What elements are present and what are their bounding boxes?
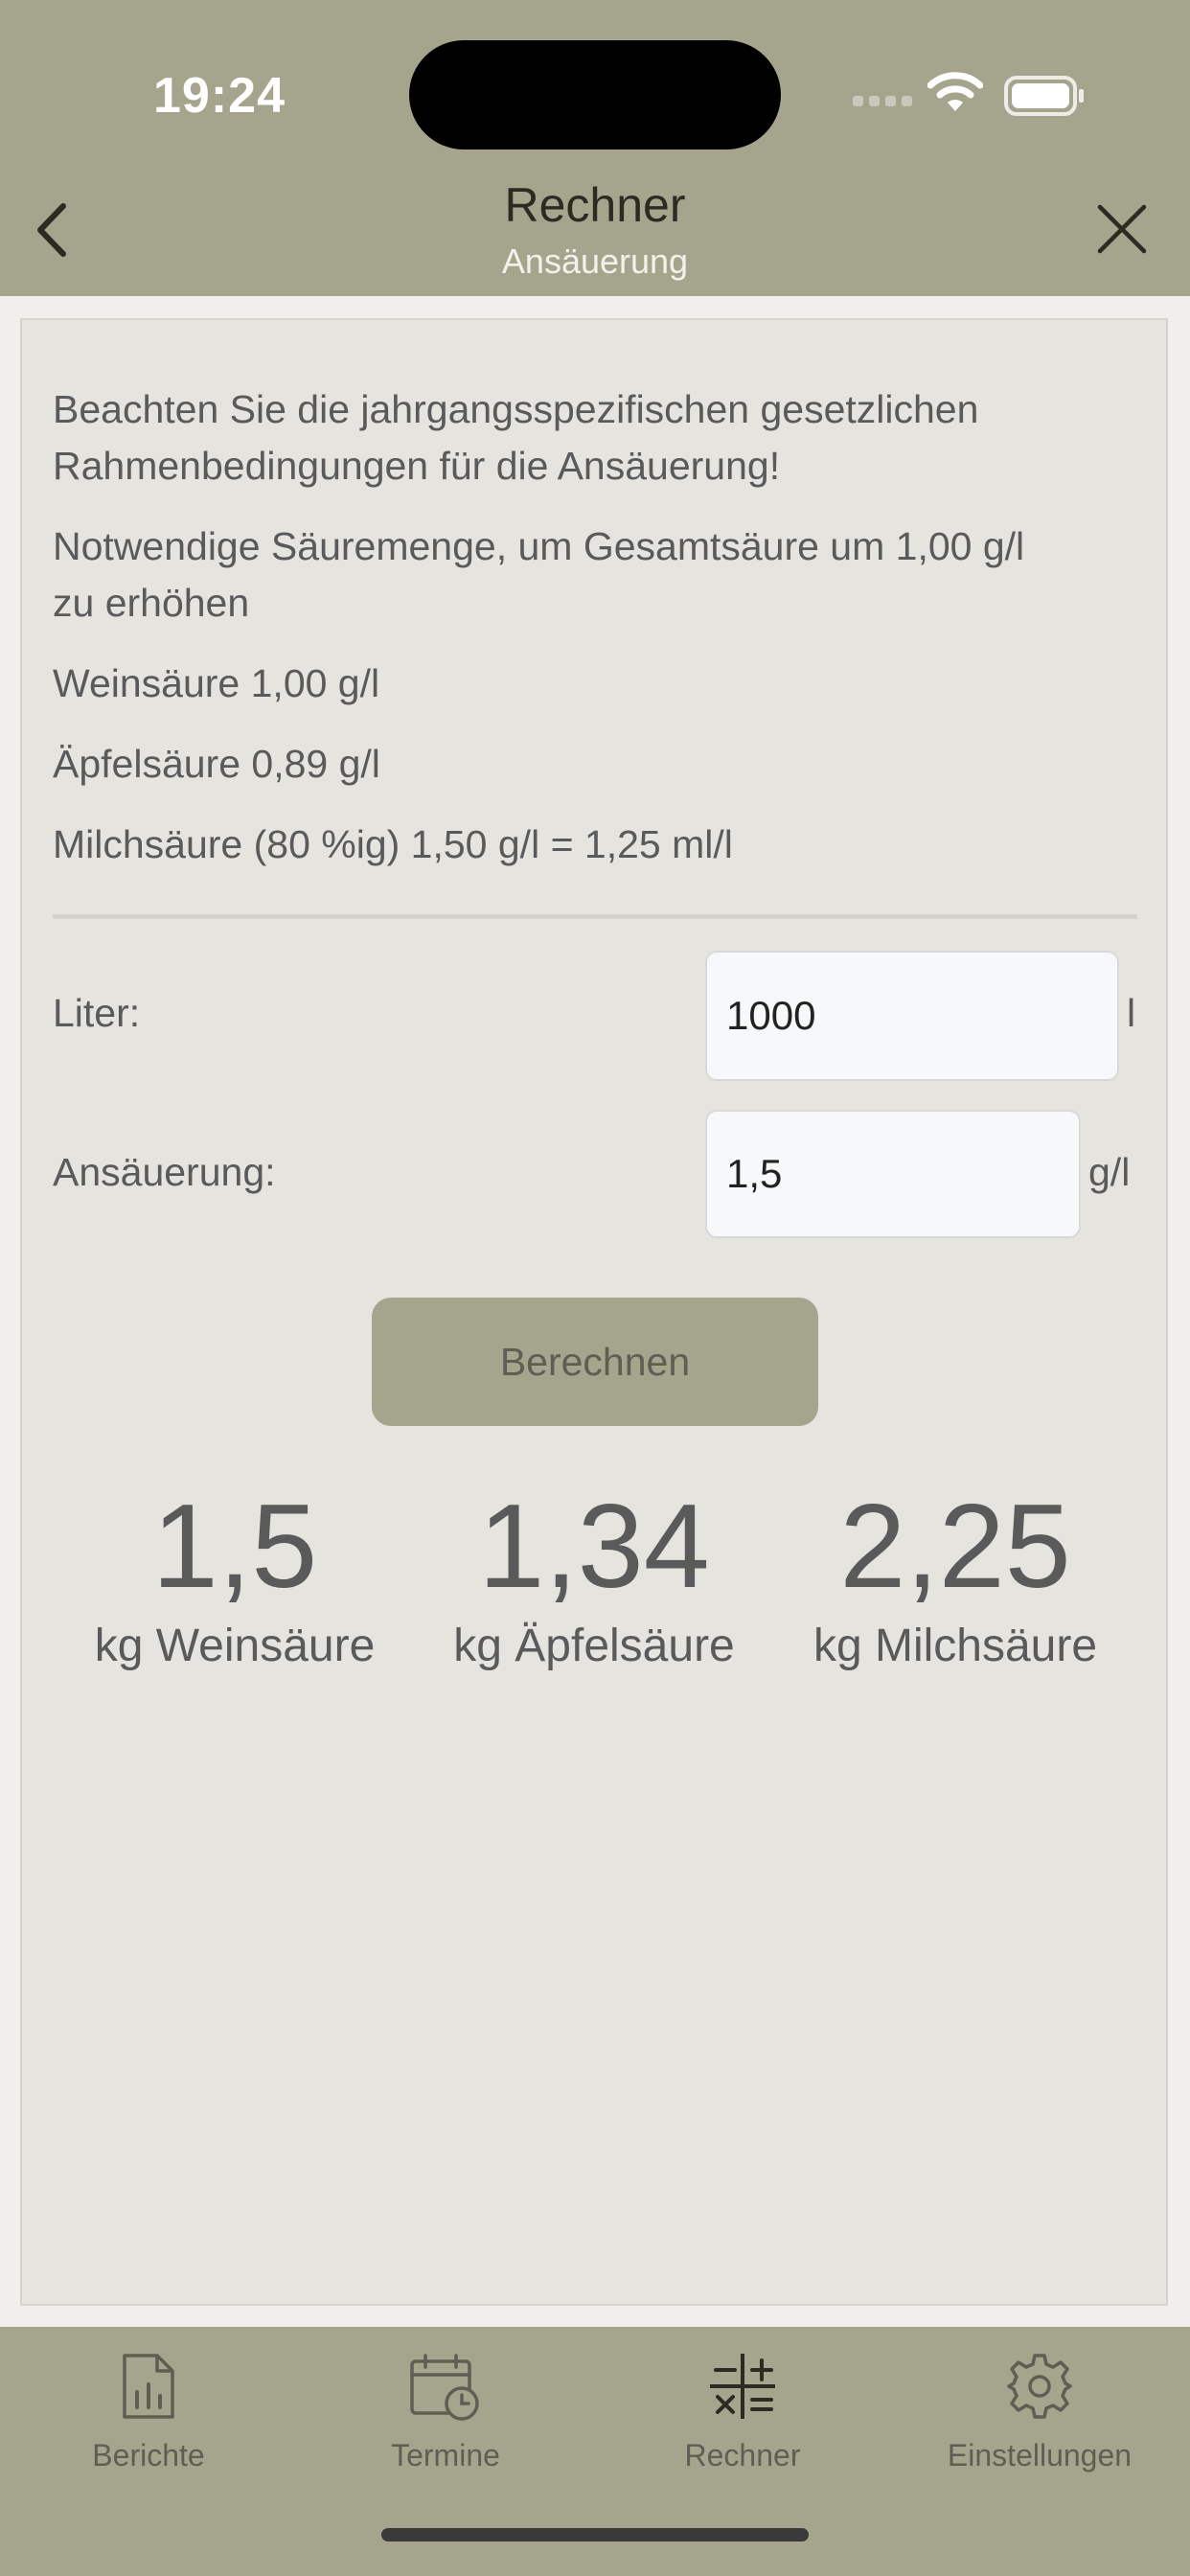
liter-input[interactable]: 1000 xyxy=(705,951,1119,1081)
status-time: 19:24 xyxy=(153,68,286,124)
aepfelsaeure-info: Äpfelsäure 0,89 g/l xyxy=(53,742,380,786)
page-title: Rechner xyxy=(504,178,686,232)
tab-label: Termine xyxy=(391,2438,500,2472)
acid-amount-note-line1: Notwendige Säuremenge, um Gesamtsäure um… xyxy=(53,524,1025,568)
dynamic-island xyxy=(409,40,781,150)
result-label: kg Milchsäure xyxy=(812,1621,1098,1671)
wifi-icon xyxy=(927,72,983,111)
tab-termine[interactable]: Termine xyxy=(297,2352,594,2473)
tab-label: Einstellungen xyxy=(947,2438,1133,2472)
header: 19:24 Rechner Ansäuerung xyxy=(0,0,1190,296)
result-value: 1,34 xyxy=(478,1481,710,1613)
result-value: 2,25 xyxy=(839,1481,1071,1613)
liter-unit: l xyxy=(1127,991,1136,1035)
legal-notice-line2: Rahmenbedingungen für die Ansäuerung! xyxy=(53,444,781,488)
page-subtitle: Ansäuerung xyxy=(501,242,689,281)
close-button[interactable] xyxy=(1092,199,1152,259)
ansaeuerung-unit: g/l xyxy=(1088,1150,1131,1194)
tab-berichte[interactable]: Berichte xyxy=(0,2352,297,2473)
result-aepfelsaeure: 1,34 kg Äpfelsäure xyxy=(412,1480,776,1672)
home-indicator xyxy=(381,2528,809,2542)
weinsaeure-info: Weinsäure 1,00 g/l xyxy=(53,661,380,705)
liter-label: Liter: xyxy=(53,991,141,1035)
tab-rechner[interactable]: Rechner xyxy=(594,2352,891,2473)
result-label: kg Weinsäure xyxy=(94,1621,376,1671)
calculator-icon xyxy=(710,2354,775,2419)
divider xyxy=(53,914,1137,919)
calculate-button[interactable]: Berechnen xyxy=(372,1298,818,1426)
result-weinsaeure: 1,5 kg Weinsäure xyxy=(53,1480,417,1672)
result-milchsaeure: 2,25 kg Milchsäure xyxy=(773,1480,1137,1672)
gear-icon xyxy=(1007,2354,1072,2419)
ansaeuerung-label: Ansäuerung: xyxy=(53,1150,276,1194)
tab-label: Berichte xyxy=(92,2438,205,2472)
calculator-card: Beachten Sie die jahrgangsspezifischen g… xyxy=(20,318,1168,2306)
milchsaeure-info: Milchsäure (80 %ig) 1,50 g/l = 1,25 ml/l xyxy=(53,822,733,866)
tab-label: Rechner xyxy=(684,2438,801,2472)
cellular-signal-icon xyxy=(853,96,912,106)
acid-amount-note-line2: zu erhöhen xyxy=(53,581,250,625)
ansaeuerung-input[interactable]: 1,5 xyxy=(705,1110,1081,1238)
report-icon xyxy=(123,2354,174,2419)
battery-icon xyxy=(1004,76,1084,116)
result-value: 1,5 xyxy=(151,1481,318,1613)
legal-notice-line1: Beachten Sie die jahrgangsspezifischen g… xyxy=(53,387,979,431)
tab-einstellungen[interactable]: Einstellungen xyxy=(891,2352,1188,2473)
calendar-clock-icon xyxy=(410,2354,479,2421)
result-label: kg Äpfelsäure xyxy=(453,1621,735,1671)
